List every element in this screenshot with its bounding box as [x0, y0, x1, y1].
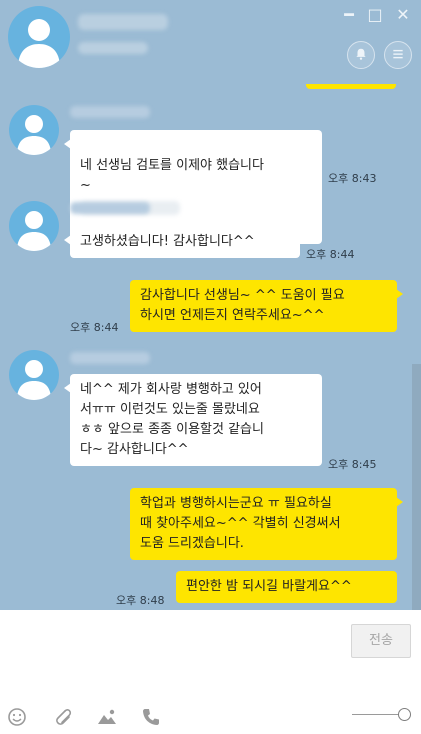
message-list[interactable]: 네 선생님 검토를 이제야 했습니다 ~ 오후 8:43 고생하셨습니다! 감사… — [0, 84, 421, 610]
message-bubble-outgoing[interactable]: 감사합니다 선생님~ ^^ 도움이 필요 하시면 언제든지 연락주세요~^^ — [130, 280, 403, 332]
close-button[interactable]: ✕ — [394, 6, 412, 24]
message-time: 오후 8:48 — [116, 594, 165, 607]
send-image-button[interactable] — [96, 706, 118, 728]
person-icon — [17, 115, 51, 155]
sender-name-redacted — [70, 202, 150, 214]
message-time: 오후 8:44 — [306, 248, 355, 261]
message-text: 네 선생님 검토를 이제야 했습니다 ~ — [80, 158, 264, 193]
attach-file-button[interactable] — [51, 706, 73, 728]
attach-icon — [56, 709, 72, 725]
maximize-button[interactable]: □ — [366, 6, 384, 24]
message-bubble-incoming[interactable]: 고생하셨습니다! 감사합니다^^ — [64, 226, 300, 258]
bell-icon — [356, 48, 366, 60]
message-bubble-outgoing[interactable]: 편안한 밤 되시길 바랄게요^^ — [176, 571, 397, 603]
emoji-icon — [8, 708, 26, 726]
sender-name-redacted — [70, 352, 150, 364]
chat-window: ━ □ ✕ 네 선생님 검토를 이제야 했습니다 ~ 오후 8:43 고생하셨습… — [0, 0, 421, 734]
message-time: 오후 8:43 — [328, 172, 377, 185]
composer: 전송 — [0, 610, 421, 734]
menu-icon — [393, 49, 403, 59]
chat-title-redacted — [78, 14, 168, 30]
chat-subtitle-redacted — [78, 42, 148, 54]
sender-avatar[interactable] — [9, 201, 59, 251]
person-icon — [18, 19, 60, 68]
sender-name-redacted — [70, 106, 150, 118]
previous-message-bubble — [306, 84, 396, 89]
phone-icon — [143, 709, 159, 725]
image-icon — [98, 709, 116, 724]
scrollbar[interactable] — [412, 364, 421, 610]
message-bubble-incoming[interactable]: 네^^ 제가 회사랑 병행하고 있어 서ㅠㅠ 이런것도 있는줄 몰랐네요 ㅎㅎ … — [64, 374, 322, 466]
emoji-button[interactable] — [6, 706, 28, 728]
sender-avatar[interactable] — [9, 350, 59, 400]
message-input[interactable] — [8, 618, 340, 698]
notification-button[interactable] — [347, 41, 375, 69]
call-button[interactable] — [140, 706, 162, 728]
sender-avatar[interactable] — [9, 105, 59, 155]
menu-button[interactable] — [384, 41, 412, 69]
person-icon — [17, 211, 51, 251]
person-icon — [17, 360, 51, 400]
message-time: 오후 8:45 — [328, 458, 377, 471]
opacity-slider-track[interactable] — [352, 714, 404, 715]
opacity-slider-handle[interactable] — [398, 708, 411, 721]
chat-header: ━ □ ✕ — [0, 0, 421, 84]
message-bubble-outgoing[interactable]: 학업과 병행하시는군요 ㅠ 필요하실 때 찾아주세요~^^ 각별히 신경써서 도… — [130, 488, 403, 560]
message-time: 오후 8:44 — [70, 321, 119, 334]
profile-avatar[interactable] — [8, 6, 70, 68]
send-button[interactable]: 전송 — [351, 624, 411, 658]
minimize-button[interactable]: ━ — [340, 6, 358, 24]
